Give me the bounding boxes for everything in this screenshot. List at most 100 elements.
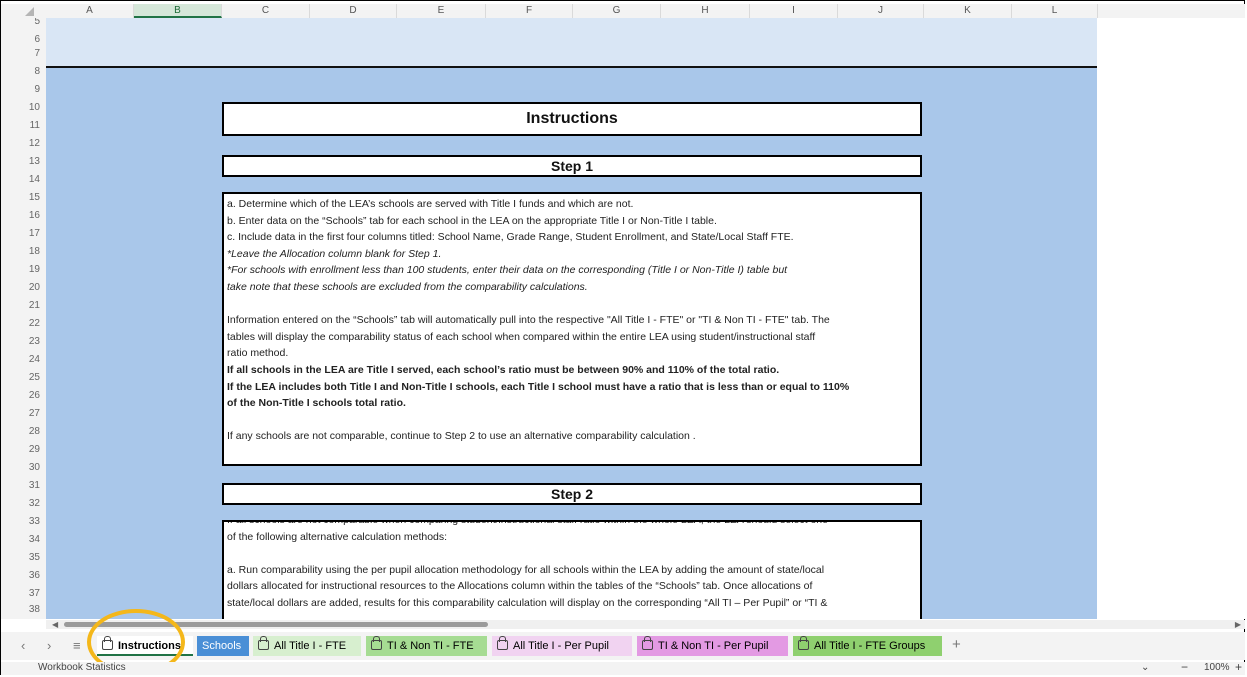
step2-a1: a. Run comparability using the per pupil… <box>227 563 825 576</box>
row-header-bar: 5 6 7 8 9 10 11 12 13 14 15 16 17 18 19 20 21 22 23 24 25 26 2… <box>1 18 47 619</box>
zoom-level[interactable]: 100% <box>1204 662 1230 673</box>
row-header-8[interactable]: 8 <box>1 66 46 77</box>
lock-icon <box>798 636 809 650</box>
empty-cells-area[interactable] <box>1097 18 1245 619</box>
row-header-30[interactable]: 30 <box>1 462 46 473</box>
step1-line-b: b. Enter data on the “Schools” tab for e… <box>227 214 717 227</box>
select-all-triangle-icon[interactable] <box>25 7 34 16</box>
sheet-tab-label: All Title I - FTE <box>274 640 347 652</box>
column-header-I[interactable]: I <box>750 4 838 18</box>
step2-line1: of the following alternative calculation… <box>227 530 448 543</box>
column-header-D[interactable]: D <box>310 4 397 18</box>
all-sheets-menu-icon[interactable]: ≡ <box>73 638 81 653</box>
column-header-B[interactable]: B <box>134 4 222 18</box>
prev-sheet-icon[interactable]: ‹ <box>21 638 25 653</box>
column-header-A[interactable]: A <box>46 4 134 18</box>
column-header-K[interactable]: K <box>924 4 1012 18</box>
step2-cut-line: If all schools are not comparable when c… <box>227 520 828 526</box>
sheet-tab-label: TI & Non TI - FTE <box>387 640 474 652</box>
row-header-37[interactable]: 37 <box>1 588 46 599</box>
sheet-tab-3[interactable]: TI & Non TI - FTE <box>366 636 487 656</box>
step1-title-box[interactable]: Step 1 <box>222 155 922 177</box>
row-header-23[interactable]: 23 <box>1 336 46 347</box>
step1-info2: tables will display the comparability st… <box>227 330 816 343</box>
row-header-38[interactable]: 38 <box>1 604 46 615</box>
row-header-22[interactable]: 22 <box>1 318 46 329</box>
row-header-34[interactable]: 34 <box>1 534 46 545</box>
sheet-tab-1[interactable]: Schools <box>197 636 249 656</box>
next-sheet-icon[interactable]: › <box>47 638 51 653</box>
row-header-19[interactable]: 19 <box>1 264 46 275</box>
row-header-18[interactable]: 18 <box>1 246 46 257</box>
row-header-29[interactable]: 29 <box>1 444 46 455</box>
step1-title: Step 1 <box>550 158 593 174</box>
worksheet-area[interactable]: Instructions Step 1 a. Determine which o… <box>46 18 1097 619</box>
column-header-E[interactable]: E <box>397 4 486 18</box>
column-header-bar: ABCDEFGHIJKL <box>1 4 1245 19</box>
horizontal-scrollbar[interactable]: ◀ ▶ <box>46 620 1245 629</box>
row-header-25[interactable]: 25 <box>1 372 46 383</box>
row-header-13[interactable]: 13 <box>1 156 46 167</box>
column-header-C[interactable]: C <box>222 4 310 18</box>
sheet-tab-4[interactable]: All Title I - Per Pupil <box>492 636 632 656</box>
column-header-J[interactable]: J <box>838 4 924 18</box>
column-header-H[interactable]: H <box>661 4 750 18</box>
step1-line-a: a. Determine which of the LEA’s schools … <box>227 198 634 210</box>
row-header-26[interactable]: 26 <box>1 390 46 401</box>
sheet-tab-label: All Title I - Per Pupil <box>513 640 609 652</box>
sheet-tab-label: TI & Non TI - Per Pupil <box>658 640 769 652</box>
instructions-title-box[interactable]: Instructions <box>222 102 922 136</box>
row-header-21[interactable]: 21 <box>1 300 46 311</box>
workbook-statistics[interactable]: Workbook Statistics <box>38 662 126 673</box>
row-header-33[interactable]: 33 <box>1 516 46 527</box>
step1-note2a: *For schools with enrollment less than 1… <box>227 264 788 277</box>
row-header-20[interactable]: 20 <box>1 282 46 293</box>
row-header-14[interactable]: 14 <box>1 174 46 185</box>
step1-line-c: c. Include data in the first four column… <box>227 231 794 244</box>
select-all-corner[interactable] <box>1 4 46 18</box>
lock-icon <box>497 636 508 650</box>
view-dropdown-icon[interactable]: ⌄ <box>1141 662 1149 673</box>
step1-content-box[interactable]: a. Determine which of the LEA’s schools … <box>222 192 922 466</box>
step1-note2b: take note that these schools are exclude… <box>227 280 588 293</box>
row-header-11[interactable]: 11 <box>1 120 46 131</box>
step2-title-box[interactable]: Step 2 <box>222 483 922 505</box>
scroll-left-arrow-icon[interactable]: ◀ <box>52 620 58 629</box>
row-header-36[interactable]: 36 <box>1 570 46 581</box>
row-header-27[interactable]: 27 <box>1 408 46 419</box>
step1-bold1: If all schools in the LEA are Title I se… <box>227 363 780 376</box>
add-sheet-icon[interactable]: + <box>952 636 961 653</box>
step1-info3: ratio method. <box>227 347 289 360</box>
row-header-17[interactable]: 17 <box>1 228 46 239</box>
row-header-7[interactable]: 7 <box>1 48 46 59</box>
column-header-G[interactable]: G <box>573 4 661 18</box>
step1-info1: Information entered on the “Schools” tab… <box>227 314 830 327</box>
row-header-16[interactable]: 16 <box>1 210 46 221</box>
row-header-32[interactable]: 32 <box>1 498 46 509</box>
row-header-9[interactable]: 9 <box>1 84 46 95</box>
row-header-28[interactable]: 28 <box>1 426 46 437</box>
sheet-tab-5[interactable]: TI & Non TI - Per Pupil <box>637 636 788 656</box>
step2-a3: state/local dollars are added, results f… <box>227 596 828 609</box>
lock-icon <box>642 636 653 650</box>
sheet-tab-6[interactable]: All Title I - FTE Groups <box>793 636 942 656</box>
row-header-31[interactable]: 31 <box>1 480 46 491</box>
step2-content-box[interactable]: If all schools are not comparable when c… <box>222 520 922 619</box>
row-header-24[interactable]: 24 <box>1 354 46 365</box>
row-header-15[interactable]: 15 <box>1 192 46 203</box>
sheet-tab-2[interactable]: All Title I - FTE <box>253 636 361 656</box>
column-header-F[interactable]: F <box>486 4 573 18</box>
sheet-tab-bar: ‹ › ≡ Instructions Schools All Title I - F… <box>1 632 1245 660</box>
step1-bold3: of the Non-Title I schools total ratio. <box>227 397 406 410</box>
scroll-right-arrow-icon[interactable]: ▶ <box>1235 620 1241 629</box>
row-header-6[interactable]: 6 <box>1 34 46 45</box>
row-header-12[interactable]: 12 <box>1 138 46 149</box>
row-header-35[interactable]: 35 <box>1 552 46 563</box>
header-band <box>46 18 1097 66</box>
zoom-out-icon[interactable]: − <box>1181 660 1188 674</box>
status-bar: Workbook Statistics ⌄ − 100% + <box>1 660 1245 675</box>
row-header-10[interactable]: 10 <box>1 102 46 113</box>
zoom-in-icon[interactable]: + <box>1235 660 1242 674</box>
column-header-L[interactable]: L <box>1012 4 1098 18</box>
row-header-5[interactable]: 5 <box>1 18 46 27</box>
